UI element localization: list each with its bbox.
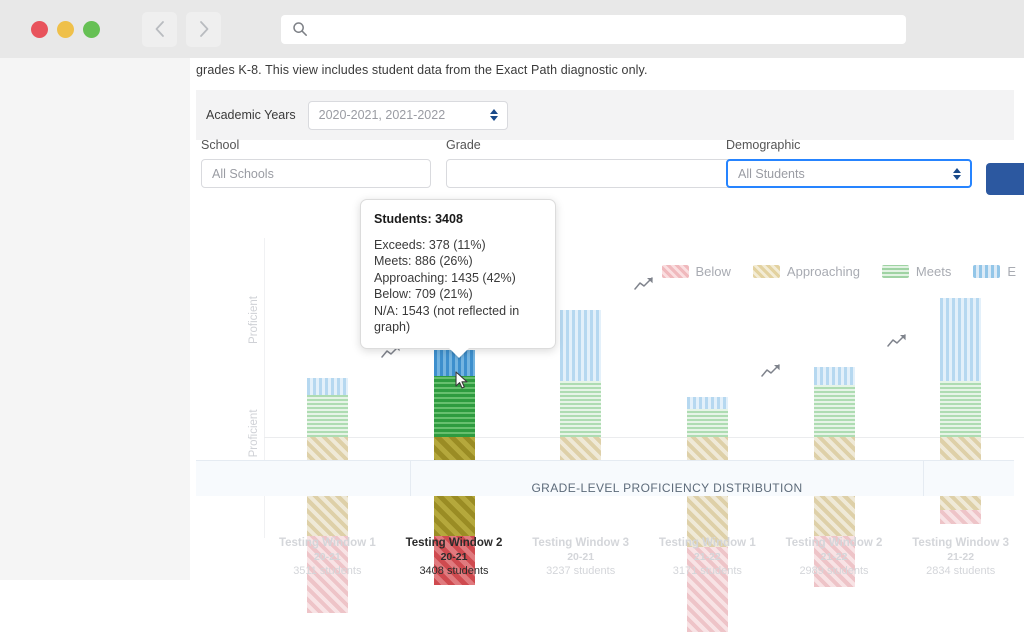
demographic-label: Demographic <box>726 138 972 152</box>
x-label-year: 20-21 <box>389 550 519 564</box>
x-label-window: Testing Window 3 <box>516 536 646 550</box>
filter-row: School All Schools Grade Demographic All… <box>196 138 1024 198</box>
bar-segment-meets[interactable] <box>687 409 728 437</box>
chevron-right-icon <box>197 20 211 38</box>
bar-segment-exceeds[interactable] <box>940 298 981 380</box>
academic-years-filter-strip: Academic Years 2020-2021, 2021-2022 <box>196 90 1014 140</box>
chevron-updown-icon <box>953 168 961 180</box>
address-search-bar[interactable] <box>281 15 906 44</box>
x-label-count: 3511 students <box>262 564 392 578</box>
tooltip-line-below: Below: 709 (21%) <box>374 286 542 302</box>
trend-up-icon <box>761 363 782 383</box>
table-section-title: GRADE-LEVEL PROFICIENCY DISTRIBUTION <box>531 481 802 496</box>
school-filter: School All Schools <box>201 138 431 188</box>
x-label-year: 20-21 <box>262 550 392 564</box>
x-label-count: 3408 students <box>389 564 519 578</box>
x-axis-label[interactable]: Testing Window 221-222989 students <box>769 536 899 578</box>
report-content: grades K-8. This view includes student d… <box>190 58 1024 580</box>
search-icon <box>292 21 308 37</box>
bar-segment-meets[interactable] <box>940 381 981 437</box>
close-window-button[interactable] <box>31 21 48 38</box>
x-label-window: Testing Window 3 <box>896 536 1024 550</box>
bar-segment-exceeds[interactable] <box>687 397 728 409</box>
tooltip-line-meets: Meets: 886 (26%) <box>374 253 542 269</box>
x-axis-label[interactable]: Testing Window 320-213237 students <box>516 536 646 578</box>
bar-segment-exceeds[interactable] <box>307 378 348 394</box>
bar-segment-meets[interactable] <box>560 381 601 437</box>
tooltip-title: Students: 3408 <box>374 212 542 226</box>
grade-level-distribution-table-header: GRADE-LEVEL PROFICIENCY DISTRIBUTION <box>196 460 1014 496</box>
chart-bar[interactable] <box>560 310 601 482</box>
x-label-window: Testing Window 2 <box>389 536 519 550</box>
chart-tooltip: Students: 3408 Exceeds: 378 (11%) Meets:… <box>360 199 556 349</box>
intro-description: grades K-8. This view includes student d… <box>196 63 648 77</box>
academic-years-select[interactable]: 2020-2021, 2021-2022 <box>308 101 508 130</box>
x-label-year: 21-22 <box>769 550 899 564</box>
tooltip-line-na: N/A: 1543 (not reflected in graph) <box>374 303 542 336</box>
table-header-cell-left <box>196 461 411 496</box>
bar-segment-meets[interactable] <box>814 385 855 437</box>
x-label-count: 2834 students <box>896 564 1024 578</box>
y-axis-label-proficient: Proficient <box>248 274 260 366</box>
tooltip-line-exceeds: Exceeds: 378 (11%) <box>374 237 542 253</box>
demographic-filter: Demographic All Students <box>726 138 972 188</box>
demographic-value: All Students <box>738 167 805 181</box>
school-label: School <box>201 138 431 152</box>
mouse-cursor-icon <box>455 371 469 391</box>
school-select[interactable]: All Schools <box>201 159 431 188</box>
trend-up-icon <box>634 276 655 296</box>
academic-years-value: 2020-2021, 2021-2022 <box>319 108 446 122</box>
bar-segment-meets[interactable] <box>307 395 348 437</box>
grade-label: Grade <box>446 138 696 152</box>
window-controls <box>31 21 100 38</box>
x-axis-label[interactable]: Testing Window 120-213511 students <box>262 536 392 578</box>
academic-years-label: Academic Years <box>206 108 296 122</box>
back-button[interactable] <box>142 12 177 47</box>
forward-button[interactable] <box>186 12 221 47</box>
x-label-year: 21-22 <box>896 550 1024 564</box>
chevron-left-icon <box>153 20 167 38</box>
x-label-count: 2989 students <box>769 564 899 578</box>
table-header-cell-center: GRADE-LEVEL PROFICIENCY DISTRIBUTION <box>411 461 924 496</box>
x-label-window: Testing Window 1 <box>262 536 392 550</box>
bar-segment-below[interactable] <box>940 510 981 524</box>
left-gutter <box>0 58 190 580</box>
x-label-year: 20-21 <box>516 550 646 564</box>
tooltip-line-approaching: Approaching: 1435 (42%) <box>374 270 542 286</box>
x-axis-label[interactable]: Testing Window 121-223171 students <box>642 536 772 578</box>
maximize-window-button[interactable] <box>83 21 100 38</box>
minimize-window-button[interactable] <box>57 21 74 38</box>
proficiency-baseline <box>264 437 1024 438</box>
page-body: grades K-8. This view includes student d… <box>0 58 1024 580</box>
bar-segment-exceeds[interactable] <box>560 310 601 381</box>
x-axis-label[interactable]: Testing Window 220-213408 students <box>389 536 519 578</box>
chart-bar[interactable] <box>687 397 728 632</box>
grade-filter: Grade <box>446 138 696 188</box>
x-label-window: Testing Window 2 <box>769 536 899 550</box>
x-axis-labels: Testing Window 120-213511 studentsTestin… <box>264 536 1024 584</box>
demographic-select[interactable]: All Students <box>726 159 972 188</box>
x-label-year: 21-22 <box>642 550 772 564</box>
x-axis-label[interactable]: Testing Window 321-222834 students <box>896 536 1024 578</box>
x-label-count: 3171 students <box>642 564 772 578</box>
school-value: All Schools <box>212 167 274 181</box>
chevron-updown-icon <box>490 109 498 121</box>
trend-up-icon <box>887 333 908 353</box>
apply-filters-button[interactable] <box>986 163 1024 195</box>
x-label-count: 3237 students <box>516 564 646 578</box>
tooltip-arrow-icon <box>449 348 469 358</box>
proficiency-chart: Below Approaching Meets E Proficient Not… <box>190 206 1024 581</box>
browser-chrome <box>0 0 1024 58</box>
navigation-buttons <box>142 12 221 47</box>
bar-segment-exceeds[interactable] <box>814 367 855 386</box>
x-label-window: Testing Window 1 <box>642 536 772 550</box>
table-header-cell-right <box>924 461 1014 496</box>
